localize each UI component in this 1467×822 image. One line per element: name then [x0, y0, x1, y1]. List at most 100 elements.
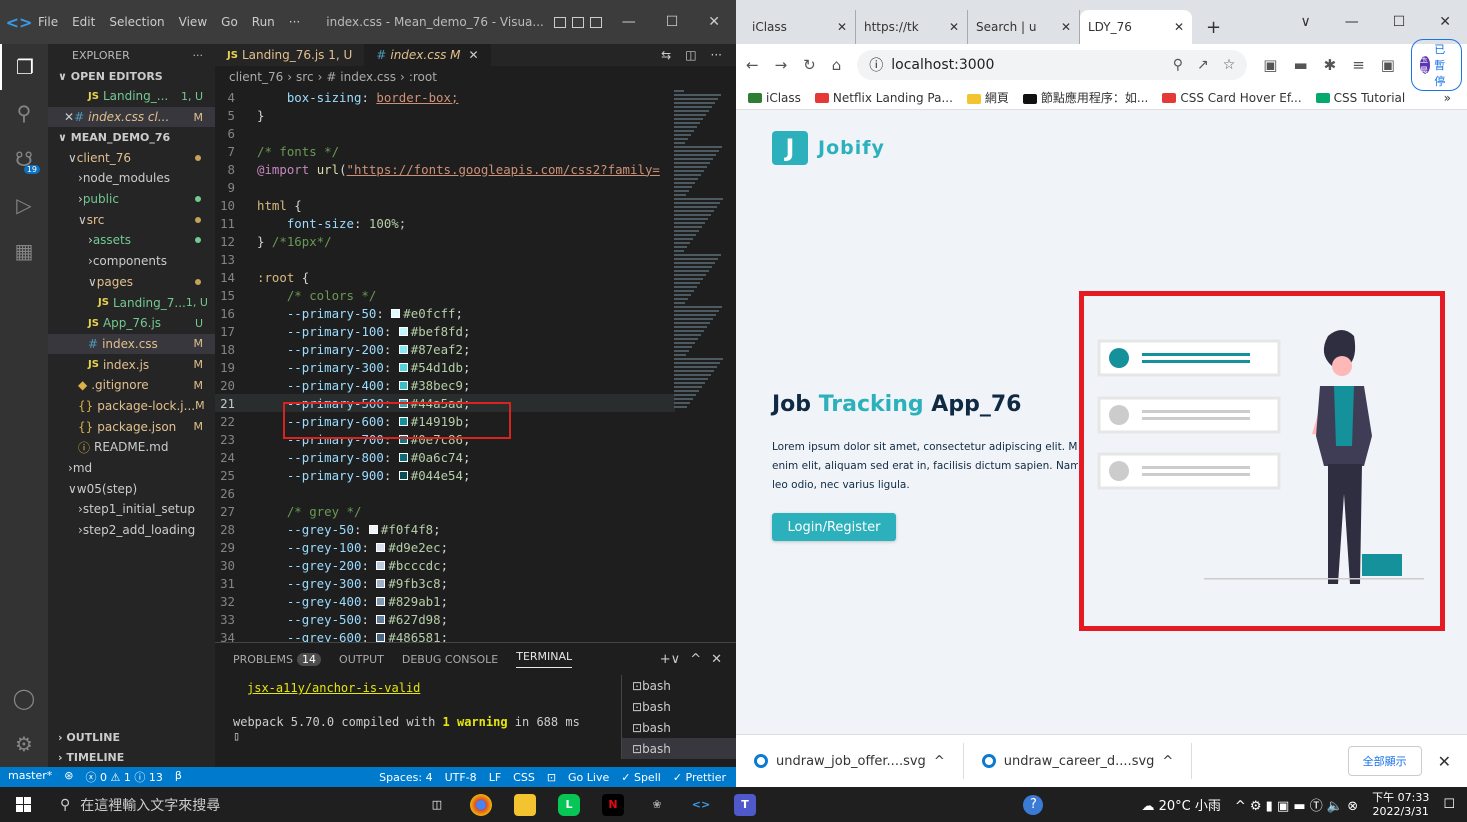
- back-icon[interactable]: ←: [746, 56, 759, 74]
- timeline-header[interactable]: › TIMELINE: [48, 747, 215, 767]
- editor-tab[interactable]: # index.css M ✕: [364, 44, 491, 66]
- task-view-icon[interactable]: ◫: [426, 794, 448, 816]
- profile-paused-button[interactable]: 玉晨 已暫停: [1410, 39, 1462, 91]
- status-item[interactable]: UTF-8: [445, 771, 477, 784]
- color-swatch[interactable]: [398, 326, 408, 336]
- open-editors-header[interactable]: ∨ OPEN EDITORS: [48, 66, 215, 86]
- tree-item[interactable]: {} package.json M: [48, 416, 215, 437]
- close-icon[interactable]: ✕: [1174, 20, 1184, 34]
- gear-icon[interactable]: ⚙: [0, 721, 48, 767]
- tree-item[interactable]: JS index.js M: [48, 354, 215, 375]
- close-icon[interactable]: ✕: [468, 48, 478, 62]
- color-swatch[interactable]: [398, 470, 408, 480]
- tree-item[interactable]: JS Landing_7... 1, U: [48, 292, 215, 313]
- status-item[interactable]: CSS: [513, 771, 535, 784]
- status-item[interactable]: β: [175, 769, 182, 785]
- terminal-output[interactable]: jsx-a11y/anchor-is-valid webpack 5.70.0 …: [233, 681, 580, 743]
- panel-tab[interactable]: DEBUG CONSOLE: [402, 653, 498, 666]
- login-register-button[interactable]: Login/Register: [772, 513, 896, 541]
- status-item[interactable]: master*: [8, 769, 52, 785]
- tree-item[interactable]: ∨ pages: [48, 272, 215, 293]
- browser-tab[interactable]: iClass ✕: [744, 10, 856, 44]
- color-swatch[interactable]: [376, 632, 386, 642]
- chevron-up-icon[interactable]: ^: [934, 754, 945, 769]
- tree-item[interactable]: ⓘ README.md: [48, 437, 215, 458]
- line-icon[interactable]: L: [558, 793, 580, 816]
- show-all-button[interactable]: 全部顯示: [1347, 746, 1422, 776]
- brand-logo[interactable]: J Jobify: [772, 131, 885, 165]
- panel-tab[interactable]: OUTPUT: [339, 653, 384, 666]
- breadcrumb[interactable]: client_76 › src › # index.css ›:root: [215, 66, 736, 88]
- extension-icon[interactable]: ▣: [1263, 56, 1277, 74]
- color-swatch[interactable]: [376, 542, 386, 552]
- menu-item[interactable]: Selection: [109, 15, 164, 29]
- menu-item[interactable]: File: [38, 15, 58, 29]
- status-item[interactable]: ⓧ 0 ⚠ 1 ⓘ 13: [86, 769, 163, 785]
- split-editor-icon[interactable]: ◫: [685, 48, 696, 62]
- close-icon[interactable]: ✕: [1422, 752, 1467, 771]
- open-editor-item[interactable]: JS Landing_... 1, U: [48, 86, 215, 107]
- netflix-icon[interactable]: N: [602, 793, 624, 816]
- panel-tab[interactable]: TERMINAL: [516, 650, 573, 668]
- outline-header[interactable]: › OUTLINE: [48, 727, 215, 747]
- window-control-button[interactable]: ☐: [1393, 14, 1406, 30]
- app-icon[interactable]: ❀: [646, 794, 668, 816]
- bookmark-item[interactable]: CSS Tutorial: [1315, 91, 1405, 105]
- color-swatch[interactable]: [391, 308, 401, 318]
- address-bar[interactable]: ⓘ localhost:3000 ⚲ ↗ ☆: [857, 50, 1248, 80]
- status-item[interactable]: ⊡: [547, 771, 556, 784]
- layout-icon[interactable]: [571, 16, 584, 28]
- terminal-session[interactable]: ⊡ bash: [622, 696, 736, 717]
- search-icon[interactable]: ⚲: [0, 90, 48, 136]
- files-icon[interactable]: ❐: [0, 44, 48, 90]
- open-editor-item[interactable]: ✕ # index.css cl... M: [48, 106, 215, 128]
- notification-icon[interactable]: ☐: [1443, 797, 1455, 812]
- tree-item[interactable]: › md: [48, 458, 215, 479]
- bookmark-item[interactable]: Netflix Landing Pa...: [814, 91, 953, 105]
- start-button[interactable]: [0, 797, 46, 812]
- puzzle-icon[interactable]: ✱: [1324, 56, 1337, 74]
- new-tab-button[interactable]: +: [1192, 10, 1235, 44]
- close-icon[interactable]: ✕: [949, 20, 959, 34]
- add-terminal-icon[interactable]: +∨: [660, 652, 680, 667]
- bookmarks-more-icon[interactable]: »: [1444, 91, 1467, 105]
- window-control-button[interactable]: ✕: [1439, 14, 1451, 30]
- color-swatch[interactable]: [398, 380, 408, 390]
- menu-item[interactable]: Go: [221, 15, 238, 29]
- tree-item[interactable]: › public: [48, 189, 215, 210]
- taskbar-search[interactable]: ⚲ 在這裡輸入文字來搜尋: [46, 787, 386, 822]
- color-swatch[interactable]: [398, 362, 408, 372]
- download-item[interactable]: undraw_career_d....svg ^: [964, 743, 1193, 779]
- tree-item[interactable]: ∨ w05(step): [48, 478, 215, 499]
- status-item[interactable]: Spaces: 4: [379, 771, 432, 784]
- chrome-icon[interactable]: [470, 793, 492, 816]
- zoom-icon[interactable]: ⚲: [1173, 57, 1183, 73]
- menu-bar[interactable]: File Edit Selection View Go Run ···: [38, 15, 314, 29]
- bookmark-item[interactable]: CSS Card Hover Ef...: [1162, 91, 1302, 105]
- run-debug-icon[interactable]: ▷: [0, 182, 48, 228]
- color-swatch[interactable]: [398, 452, 408, 462]
- reload-icon[interactable]: ↻: [803, 56, 816, 74]
- project-header[interactable]: ∨ MEAN_DEMO_76: [48, 127, 215, 147]
- forward-icon[interactable]: →: [775, 56, 788, 74]
- tree-item[interactable]: # index.css M: [48, 333, 215, 355]
- weather[interactable]: ☁ 20°C 小雨: [1141, 795, 1220, 814]
- menu-item[interactable]: ···: [289, 15, 300, 29]
- breadcrumb-item[interactable]: :root: [409, 70, 437, 84]
- tree-item[interactable]: › step1_initial_setup: [48, 499, 215, 520]
- color-swatch[interactable]: [376, 614, 386, 624]
- window-control-button[interactable]: —: [1345, 14, 1359, 30]
- tree-item[interactable]: {} package-lock.j... M: [48, 396, 215, 417]
- layout-controls[interactable]: [553, 16, 602, 28]
- color-swatch[interactable]: [398, 344, 408, 354]
- close-icon[interactable]: ✕: [64, 110, 74, 124]
- browser-tab[interactable]: LDY_76 ✕: [1080, 10, 1192, 44]
- download-item[interactable]: undraw_job_offer....svg ^: [736, 743, 964, 779]
- tree-item[interactable]: › node_modules: [48, 168, 215, 189]
- color-swatch[interactable]: [368, 524, 378, 534]
- chevron-up-icon[interactable]: ^: [1162, 754, 1173, 769]
- code-view[interactable]: 4 box-sizing: border-box; 5} 6 7/* fonts */…: [215, 88, 675, 642]
- sidepanel-icon[interactable]: ▣: [1381, 56, 1395, 74]
- status-item[interactable]: Go Live: [568, 771, 609, 784]
- tree-item[interactable]: ∨ client_76: [48, 147, 215, 168]
